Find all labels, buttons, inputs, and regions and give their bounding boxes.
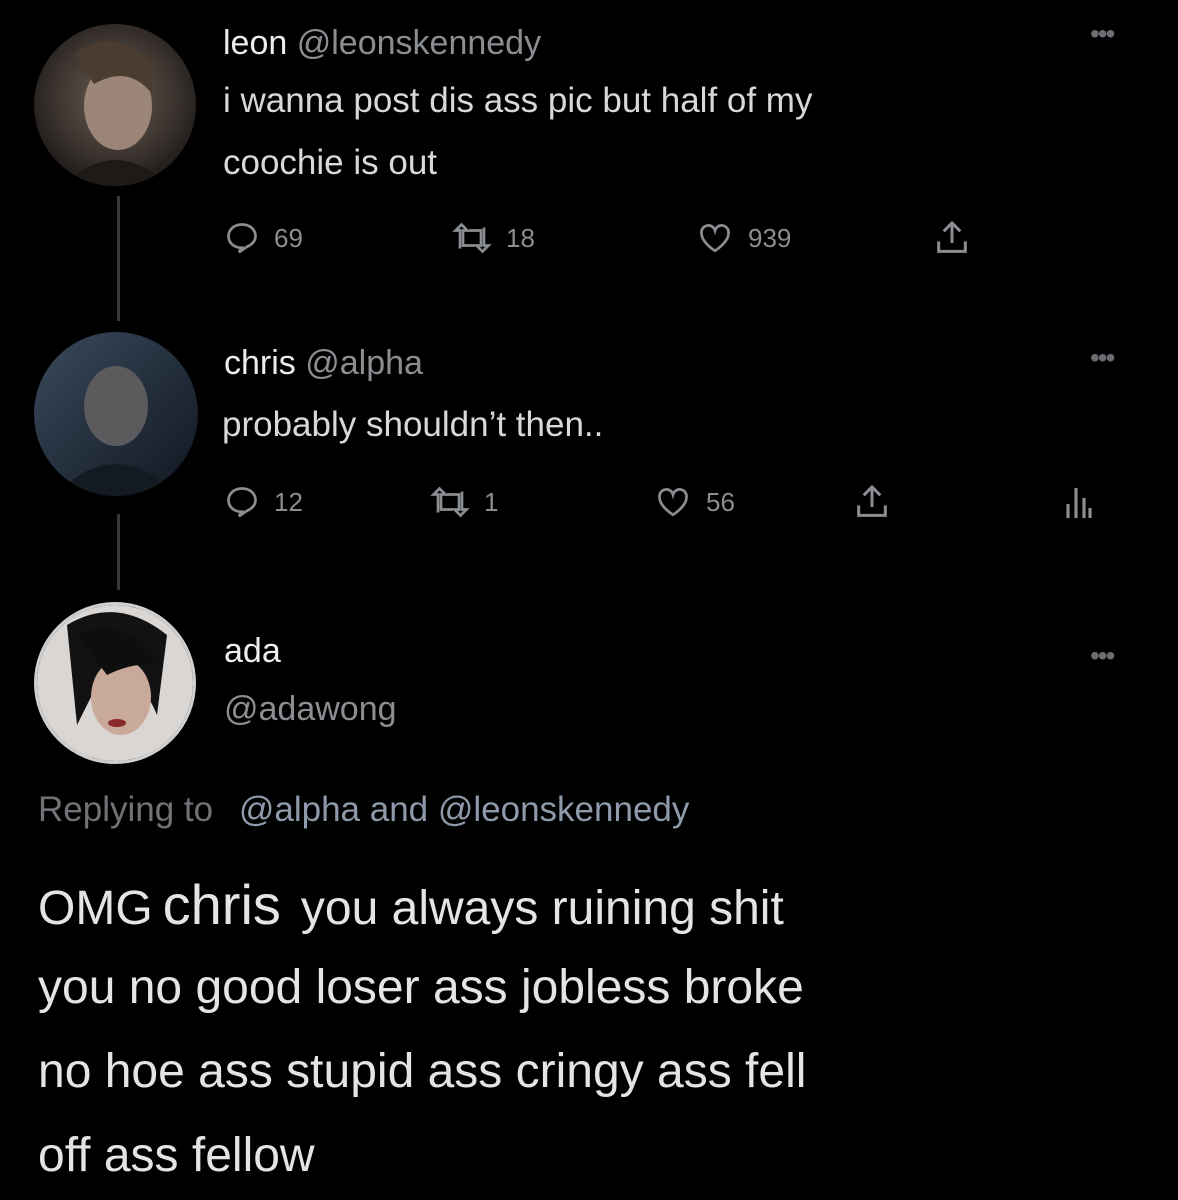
- share-icon: [937, 220, 967, 253]
- analytics-icon: [1066, 488, 1092, 518]
- author-line-leon: leon @leonskennedy: [223, 24, 541, 63]
- tweet-text-chris: probably shouldn’t then..: [222, 394, 603, 456]
- reply-text-line: no hoe ass stupid ass cringy ass fell: [38, 1045, 807, 1098]
- retweet-count: 1: [484, 486, 499, 517]
- share-icon: [857, 484, 887, 517]
- reply-count: 12: [274, 486, 303, 517]
- author-name[interactable]: leon: [223, 24, 287, 62]
- retweet-icon: [430, 486, 470, 518]
- author-handle[interactable]: @leonskennedy: [297, 24, 541, 62]
- thread-connector: [117, 514, 120, 590]
- replying-mentions[interactable]: @alpha and @leonskennedy: [239, 790, 690, 829]
- replying-to: Replying to @alpha and @leonskennedy: [38, 790, 689, 830]
- author-handle-ada[interactable]: @adawong: [224, 690, 397, 729]
- like-button[interactable]: 939: [696, 220, 791, 256]
- author-handle[interactable]: @alpha: [305, 344, 423, 382]
- reply-text-rest: you always ruining shit: [300, 882, 784, 935]
- like-count: 939: [748, 222, 792, 253]
- like-icon: [658, 488, 688, 517]
- reply-count: 69: [274, 222, 303, 253]
- reply-icon: [227, 487, 257, 518]
- retweet-icon: [452, 222, 492, 254]
- reply-text-line: off ass fellow: [38, 1129, 315, 1182]
- avatar-ada[interactable]: [34, 602, 196, 764]
- tweet-text-line: probably shouldn’t then..: [222, 405, 604, 444]
- like-count: 56: [706, 486, 735, 517]
- share-button[interactable]: [932, 218, 972, 258]
- avatar-leon[interactable]: [34, 24, 196, 186]
- retweet-count: 18: [506, 222, 535, 253]
- more-icon[interactable]: •••: [1090, 642, 1115, 670]
- more-icon[interactable]: •••: [1090, 20, 1115, 48]
- reply-text-line: OMG chris you always ruining shit: [38, 872, 784, 937]
- like-icon: [700, 224, 730, 253]
- reply-button[interactable]: 69: [224, 220, 303, 256]
- tweet-text-line: coochie is out: [223, 143, 438, 182]
- share-button[interactable]: [852, 482, 892, 522]
- tweet-text-line: i wanna post dis ass pic but half of my: [223, 81, 813, 120]
- author-name[interactable]: chris: [224, 344, 296, 382]
- reply-text-chris: chris: [162, 873, 281, 936]
- retweet-button[interactable]: 18: [452, 220, 535, 256]
- thread-connector: [117, 196, 120, 321]
- replying-prefix: Replying to: [38, 790, 214, 829]
- reply-text-line: you no good loser ass jobless broke: [38, 961, 804, 1014]
- author-name-ada[interactable]: ada: [224, 632, 281, 671]
- author-line-chris: chris @alpha: [224, 344, 423, 383]
- reply-icon: [227, 223, 257, 254]
- like-button[interactable]: 56: [654, 484, 735, 520]
- reply-text-omg: OMG: [38, 882, 153, 935]
- analytics-button[interactable]: [1064, 486, 1092, 520]
- reply-button[interactable]: 12: [224, 484, 303, 520]
- tweet-text-leon: i wanna post dis ass pic but half of my …: [223, 70, 812, 194]
- more-icon[interactable]: •••: [1090, 344, 1115, 372]
- avatar-chris[interactable]: [34, 332, 198, 496]
- retweet-button[interactable]: 1: [430, 484, 498, 520]
